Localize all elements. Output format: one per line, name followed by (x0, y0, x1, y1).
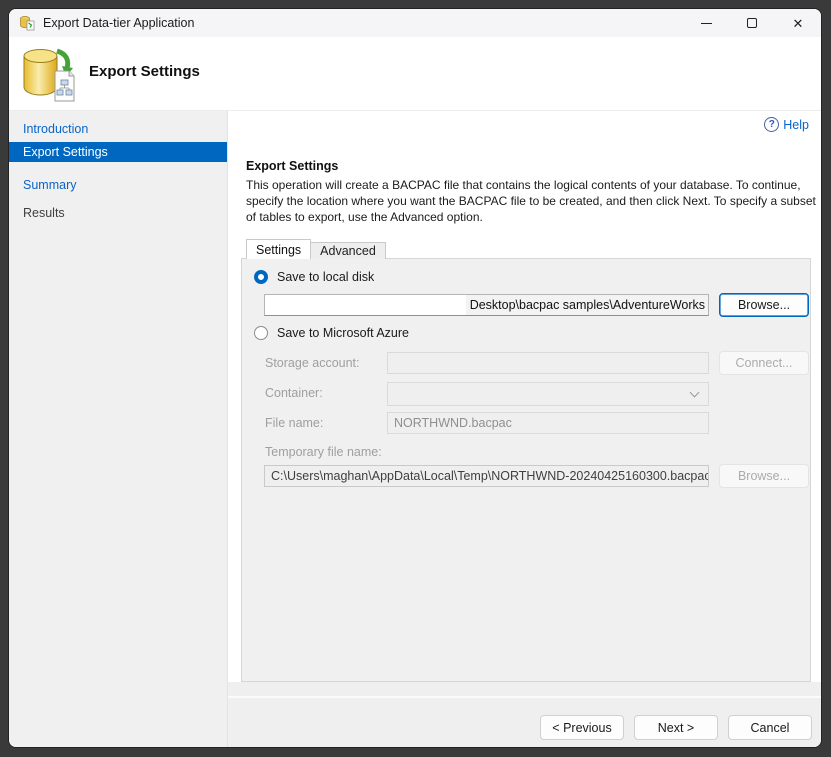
temp-browse-button: Browse... (719, 464, 809, 488)
tab-label: Settings (256, 243, 301, 257)
section-heading: Export Settings (246, 159, 338, 173)
next-label: Next > (658, 721, 694, 735)
maximize-icon (747, 18, 757, 28)
close-icon: ✕ (793, 17, 804, 30)
sidebar-item-label: Introduction (23, 122, 88, 136)
next-button[interactable]: Next > (634, 715, 718, 740)
tab-advanced[interactable]: Advanced (311, 242, 386, 259)
radio-on-icon (254, 270, 268, 284)
minimize-icon (701, 23, 712, 24)
temp-file-input: C:\Users\maghan\AppData\Local\Temp\NORTH… (264, 465, 709, 487)
connect-button: Connect... (719, 351, 809, 375)
sidebar-item-export-settings[interactable]: Export Settings (9, 142, 227, 162)
radio-label: Save to local disk (277, 270, 374, 284)
minimize-button[interactable] (683, 9, 729, 37)
sidebar-item-introduction[interactable]: Introduction (9, 119, 227, 139)
main-pane: ? Help Export Settings This operation wi… (228, 111, 822, 682)
export-database-icon (19, 47, 81, 103)
container-label: Container: (265, 386, 323, 400)
radio-save-azure[interactable]: Save to Microsoft Azure (254, 326, 409, 340)
radio-off-icon (254, 326, 268, 340)
caption-controls: ✕ (683, 9, 821, 37)
sidebar-item-label: Summary (23, 178, 76, 192)
radio-save-local-disk[interactable]: Save to local disk (254, 270, 374, 284)
sidebar-item-summary[interactable]: Summary (9, 175, 227, 195)
chevron-down-icon (690, 387, 700, 397)
connect-label: Connect... (736, 356, 793, 370)
sidebar: Introduction Export Settings Summary Res… (9, 111, 228, 748)
tab-strip: Settings Advanced (246, 239, 386, 259)
temp-file-value: C:\Users\maghan\AppData\Local\Temp\NORTH… (271, 469, 709, 483)
cancel-button[interactable]: Cancel (728, 715, 812, 740)
help-label: Help (783, 118, 809, 132)
browse-label: Browse... (738, 298, 790, 312)
footer-buttons: < Previous Next > Cancel (540, 715, 812, 740)
file-name-input: NORTHWND.bacpac (387, 412, 709, 434)
file-name-label: File name: (265, 416, 323, 430)
file-name-value: NORTHWND.bacpac (394, 416, 512, 430)
local-path-value: Desktop\bacpac samples\AdventureWorks (466, 295, 708, 315)
help-icon: ? (764, 117, 779, 132)
local-path-input[interactable]: Desktop\bacpac samples\AdventureWorks (264, 294, 709, 316)
temp-browse-label: Browse... (738, 469, 790, 483)
sidebar-item-label: Export Settings (23, 145, 108, 159)
browse-local-button[interactable]: Browse... (719, 293, 809, 317)
database-export-app-icon (19, 15, 35, 31)
settings-tab-panel: Save to local disk Desktop\bacpac sample… (241, 258, 811, 682)
storage-account-label: Storage account: (265, 356, 360, 370)
wizard-header: Export Settings (9, 37, 821, 111)
cancel-label: Cancel (751, 721, 790, 735)
sidebar-item-label: Results (23, 206, 65, 220)
temp-file-label: Temporary file name: (265, 445, 382, 459)
wizard-window: Export Data-tier Application ✕ (8, 8, 822, 748)
footer-divider (228, 696, 822, 698)
footer-bar: < Previous Next > Cancel (228, 682, 822, 748)
page-title: Export Settings (89, 63, 200, 80)
help-link[interactable]: ? Help (764, 117, 809, 132)
close-button[interactable]: ✕ (775, 9, 821, 37)
container-select (387, 382, 709, 406)
tab-label: Advanced (320, 244, 376, 258)
storage-account-input (387, 352, 709, 374)
section-description: This operation will create a BACPAC file… (246, 177, 822, 225)
tab-settings[interactable]: Settings (246, 239, 311, 259)
maximize-button[interactable] (729, 9, 775, 37)
previous-label: < Previous (552, 721, 611, 735)
radio-label: Save to Microsoft Azure (277, 326, 409, 340)
previous-button[interactable]: < Previous (540, 715, 624, 740)
sidebar-item-results[interactable]: Results (9, 203, 227, 223)
titlebar: Export Data-tier Application ✕ (9, 9, 821, 37)
window-title: Export Data-tier Application (43, 16, 194, 30)
